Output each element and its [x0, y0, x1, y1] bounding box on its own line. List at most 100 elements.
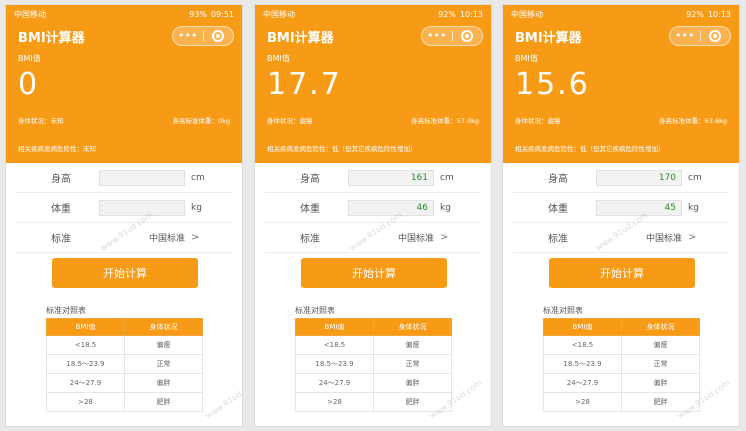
disease-risk: 相关疾病发病危险性：未知	[18, 145, 96, 153]
height-input[interactable]: 161	[348, 169, 434, 186]
weight-label: 体重	[300, 204, 320, 215]
standard-value: 中国标准	[397, 234, 434, 244]
reference-table-title: 标准对照表	[543, 306, 583, 315]
reference-table: BMI值 身体状况 <18.5 偏瘦 18.5～23.9 正常 24～27.9 偏胖 >…	[46, 318, 203, 412]
phone-screen-3: 中国移动 92% 10:13 BMI计算器 ••• BMI值 15.6 身体状况：…	[502, 4, 740, 427]
mini-program-capsule: •••	[669, 26, 731, 46]
input-form: 身高 170 cm 体重 45 kg 标准 中国标准 > 开始计算	[503, 163, 739, 288]
table-row: 24～27.9 偏胖	[295, 373, 452, 393]
result-header: 中国移动 92% 10:13 BMI计算器 ••• BMI值 15.6 身体状况：…	[503, 5, 739, 163]
phone-screen-1: 中国移动 93% 09:51 BMI计算器 ••• BMI值 0 身体状况：未知 …	[5, 4, 243, 427]
start-calculate-button[interactable]: 开始计算	[52, 258, 198, 288]
height-label: 身高	[300, 174, 320, 185]
table-row: 18.5～23.9 正常	[543, 354, 700, 374]
carrier-label: 中国移动	[14, 9, 46, 19]
screenshot-collage: 中国移动 93% 09:51 BMI计算器 ••• BMI值 0 身体状况：未知 …	[0, 0, 746, 431]
header-status: 身体状况	[621, 318, 700, 336]
close-button[interactable]	[204, 30, 234, 42]
weight-label: 体重	[51, 204, 71, 215]
table-row: >28 肥胖	[46, 392, 203, 412]
carrier-label: 中国移动	[263, 9, 295, 19]
result-header: 中国移动 93% 09:51 BMI计算器 ••• BMI值 0 身体状况：未知 …	[6, 5, 242, 163]
chevron-right-icon: >	[191, 232, 200, 243]
input-form: 身高 cm 体重 kg 标准 中国标准 > 开始计算	[6, 163, 242, 288]
standard-label: 标准	[300, 234, 320, 245]
start-calculate-button[interactable]: 开始计算	[301, 258, 447, 288]
input-form: 身高 161 cm 体重 46 kg 标准 中国标准 > 开始计算	[255, 163, 491, 288]
table-row: >28 肥胖	[543, 392, 700, 412]
standard-selector[interactable]: 标准 中国标准 >	[265, 223, 481, 253]
standard-weight: 身高标准体重：63.6kg	[659, 117, 727, 125]
clock-label: 10:13	[459, 9, 483, 19]
standard-weight: 身高标准体重：0kg	[172, 117, 230, 125]
table-row: 18.5～23.9 正常	[46, 354, 203, 374]
chevron-right-icon: >	[688, 232, 697, 243]
reference-table-title: 标准对照表	[46, 306, 86, 315]
table-row: >28 肥胖	[295, 392, 452, 412]
stats-row: 身体状况：未知 身高标准体重：0kg	[6, 105, 242, 135]
height-row: 身高 161 cm	[265, 163, 481, 193]
close-button[interactable]	[701, 30, 731, 42]
close-button[interactable]	[453, 30, 483, 42]
carrier-label: 中国移动	[511, 9, 543, 19]
app-bar: BMI计算器 •••	[255, 23, 491, 49]
chevron-right-icon: >	[440, 232, 449, 243]
phone-screen-2: 中国移动 92% 10:13 BMI计算器 ••• BMI值 17.7 身体状况：…	[254, 4, 492, 427]
app-title: BMI计算器	[515, 30, 582, 46]
header-bmi: BMI值	[46, 318, 125, 336]
height-input[interactable]	[99, 169, 185, 186]
table-header-row: BMI值 身体状况	[543, 318, 700, 336]
standard-selector[interactable]: 标准 中国标准 >	[16, 223, 232, 253]
battery-label: 93%	[189, 9, 207, 19]
battery-label: 92%	[686, 9, 704, 19]
header-status: 身体状况	[373, 318, 452, 336]
disease-risk: 相关疾病发病危险性：低（但其它疾病危险性增加）	[515, 145, 665, 153]
weight-row: 体重 46 kg	[265, 193, 481, 223]
weight-input[interactable]: 45	[596, 199, 682, 216]
app-title: BMI计算器	[18, 30, 85, 46]
header-bmi: BMI值	[295, 318, 374, 336]
body-status: 身体状况：偏瘦	[515, 117, 561, 125]
height-input[interactable]: 170	[596, 169, 682, 186]
table-row: 18.5～23.9 正常	[295, 354, 452, 374]
status-bar: 中国移动 93% 09:51	[6, 5, 242, 23]
weight-row: 体重 45 kg	[513, 193, 729, 223]
body-status: 身体状况：偏瘦	[267, 117, 313, 125]
height-label: 身高	[51, 174, 71, 185]
table-row: 24～27.9 偏胖	[543, 373, 700, 393]
body-status: 身体状况：未知	[18, 117, 64, 125]
height-label: 身高	[548, 174, 568, 185]
reference-table-title: 标准对照表	[295, 306, 335, 315]
weight-input[interactable]: 46	[348, 199, 434, 216]
weight-input[interactable]	[99, 199, 185, 216]
height-unit: cm	[688, 172, 702, 183]
start-calculate-button[interactable]: 开始计算	[549, 258, 695, 288]
close-icon	[461, 30, 474, 42]
bmi-label: BMI值	[18, 54, 41, 63]
table-row: <18.5 偏瘦	[46, 335, 203, 355]
watermark: www.91ud.com	[203, 378, 243, 421]
standard-label: 标准	[51, 234, 71, 245]
standard-value: 中国标准	[645, 234, 682, 244]
weight-row: 体重 kg	[16, 193, 232, 223]
close-icon	[212, 30, 225, 42]
reference-table: BMI值 身体状况 <18.5 偏瘦 18.5～23.9 正常 24～27.9 偏胖 >…	[295, 318, 452, 412]
weight-unit: kg	[191, 202, 202, 213]
height-unit: cm	[191, 172, 205, 183]
more-menu-button[interactable]: •••	[422, 27, 452, 45]
table-row: 24～27.9 偏胖	[46, 373, 203, 393]
table-row: <18.5 偏瘦	[543, 335, 700, 355]
header-status: 身体状况	[124, 318, 203, 336]
more-menu-button[interactable]: •••	[173, 27, 203, 45]
weight-label: 体重	[548, 204, 568, 215]
header-bmi: BMI值	[543, 318, 622, 336]
height-unit: cm	[440, 172, 454, 183]
app-bar: BMI计算器 •••	[6, 23, 242, 49]
standard-selector[interactable]: 标准 中国标准 >	[513, 223, 729, 253]
app-bar: BMI计算器 •••	[503, 23, 739, 49]
close-icon	[709, 30, 722, 42]
more-menu-button[interactable]: •••	[670, 27, 700, 45]
table-row: <18.5 偏瘦	[295, 335, 452, 355]
result-header: 中国移动 92% 10:13 BMI计算器 ••• BMI值 17.7 身体状况：…	[255, 5, 491, 163]
battery-label: 92%	[438, 9, 456, 19]
